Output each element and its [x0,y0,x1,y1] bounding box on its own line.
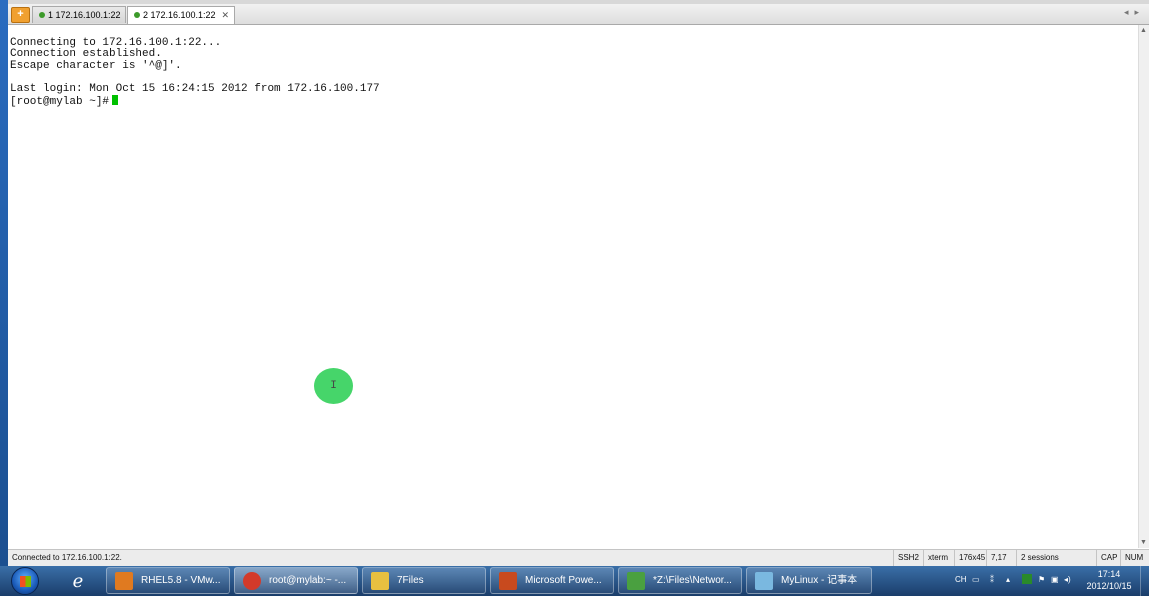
terminal-area[interactable]: Connecting to 172.16.100.1:22... Connect… [8,25,1139,548]
start-button[interactable] [11,567,39,595]
tab-session-1[interactable]: 1 172.16.100.1:22 [32,6,126,23]
status-num-lock: NUM [1120,550,1149,566]
security-icon[interactable] [1022,574,1032,584]
taskbar-item-label: *Z:\Files\Networ... [653,575,732,586]
notepad-icon [755,572,773,590]
clock-time: 17:14 [1097,569,1121,579]
vmware-icon [115,572,133,590]
tab-label: 2 172.16.100.1:22 [143,10,216,20]
volume-icon[interactable]: ◂) [1064,575,1071,584]
status-terminal-size: 176x45 [954,550,990,566]
scroll-down-icon[interactable]: ▼ [1140,539,1147,546]
taskbar-item-label: 7Files [397,575,424,586]
connected-status-icon [134,11,140,18]
connected-status-icon [39,11,45,18]
windows-taskbar: ℯ RHEL5.8 - VMw... root@mylab:~ -... 7Fi… [0,566,1149,596]
internet-explorer-icon[interactable]: ℯ [64,568,92,594]
status-terminal-type: xterm [923,550,954,566]
taskbar-item-label: RHEL5.8 - VMw... [141,575,221,586]
status-cursor-position: 7,17 [986,550,1016,566]
show-hidden-icons-icon[interactable]: ▴ [1006,575,1010,584]
terminal-output: Connecting to 172.16.100.1:22... Connect… [10,37,380,109]
taskbar-item-notepad[interactable]: MyLinux - 记事本 [746,567,872,594]
action-center-icon[interactable]: ⚑ [1038,575,1045,584]
securecrt-icon [243,572,261,590]
mouse-click-indicator: I [314,368,353,404]
tab-scroll-arrows[interactable]: ◂▸ [1124,7,1145,18]
text-cursor [112,95,119,106]
status-protocol: SSH2 [893,550,923,566]
taskbar-item-label: MyLinux - 记事本 [781,575,858,586]
add-session-button[interactable]: + [11,7,30,23]
taskbar-item-editor[interactable]: *Z:\Files\Networ... [618,567,742,594]
terminal-line: Connecting to 172.16.100.1:22... [10,37,222,49]
system-clock[interactable]: 17:14 2012/10/15 [1078,568,1140,592]
vertical-scrollbar[interactable]: ▲ ▼ [1138,25,1149,548]
powerpoint-icon [499,572,517,590]
status-caps-lock: CAP [1096,550,1122,566]
terminal-line: Last login: Mon Oct 15 16:24:15 2012 fro… [10,82,380,95]
terminal-line: Connection established. [10,48,162,61]
taskbar-item-label: root@mylab:~ -... [269,575,347,586]
language-indicator[interactable]: CH [955,575,967,584]
taskbar-item-securecrt[interactable]: root@mylab:~ -... [234,567,358,594]
status-message: Connected to 172.16.100.1:22. [12,553,122,562]
taskbar-item-powerpoint[interactable]: Microsoft Powe... [490,567,614,594]
shell-prompt: [root@mylab ~]# [10,96,110,109]
keyboard-icon[interactable]: ▭ [972,575,980,584]
ime-icon[interactable]: ⁑ [990,575,994,584]
windows-logo-icon [20,576,31,587]
folder-icon [371,572,389,590]
taskbar-item-vmware[interactable]: RHEL5.8 - VMw... [106,567,230,594]
network-icon[interactable]: ▣ [1051,575,1059,584]
status-sessions: 2 sessions [1016,550,1096,566]
taskbar-item-folder[interactable]: 7Files [362,567,486,594]
terminal-line: Escape character is '^@]'. [10,59,182,72]
securecrt-window: + 1 172.16.100.1:22 2 172.16.100.1:22 ✕ … [8,0,1149,567]
tab-label: 1 172.16.100.1:22 [48,10,121,20]
desktop-edge [0,0,8,566]
tab-session-2[interactable]: 2 172.16.100.1:22 ✕ [127,6,235,24]
text-editor-icon [627,572,645,590]
session-tab-bar: + 1 172.16.100.1:22 2 172.16.100.1:22 ✕ … [8,4,1149,25]
clock-date: 2012/10/15 [1086,581,1132,591]
show-desktop-button[interactable] [1140,566,1149,596]
taskbar-item-label: Microsoft Powe... [525,575,602,586]
status-bar: Connected to 172.16.100.1:22. SSH2 xterm… [8,549,1149,567]
close-tab-icon[interactable]: ✕ [221,7,229,24]
scroll-up-icon[interactable]: ▲ [1140,27,1147,34]
